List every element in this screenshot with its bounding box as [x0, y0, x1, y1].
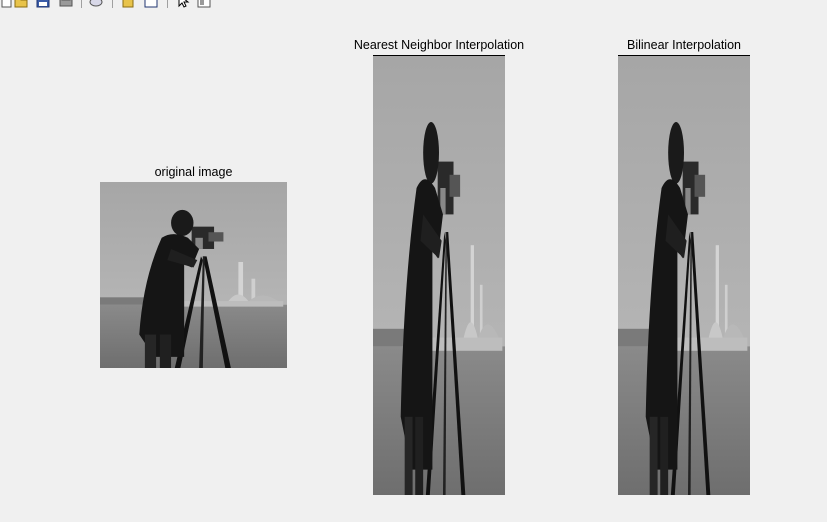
toolbar-separator	[81, 0, 82, 8]
insert-legend-icon[interactable]	[144, 0, 158, 8]
link-plot-icon[interactable]	[89, 0, 103, 8]
axes-title: original image	[154, 165, 233, 179]
figure-toolbar	[0, 0, 827, 9]
axes-nearest-neighbor[interactable]: Nearest Neighbor Interpolation	[354, 38, 524, 495]
edit-plot-icon[interactable]	[176, 0, 190, 8]
bilinear-image	[618, 55, 750, 495]
axes-original-image[interactable]: original image	[100, 165, 287, 368]
new-figure-icon[interactable]	[0, 0, 14, 8]
toolbar-separator	[167, 0, 168, 8]
print-figure-icon[interactable]	[59, 0, 73, 8]
property-inspector-icon[interactable]	[197, 0, 211, 8]
axes-title: Nearest Neighbor Interpolation	[353, 38, 525, 52]
insert-colorbar-icon[interactable]	[121, 0, 135, 8]
nearest-neighbor-image	[373, 55, 505, 495]
open-file-icon[interactable]	[14, 0, 28, 8]
axes-title: Bilinear Interpolation	[627, 38, 741, 52]
toolbar-separator	[112, 0, 113, 8]
save-figure-icon[interactable]	[36, 0, 50, 8]
original-image	[100, 182, 287, 368]
axes-bilinear[interactable]: Bilinear Interpolation	[618, 38, 750, 495]
